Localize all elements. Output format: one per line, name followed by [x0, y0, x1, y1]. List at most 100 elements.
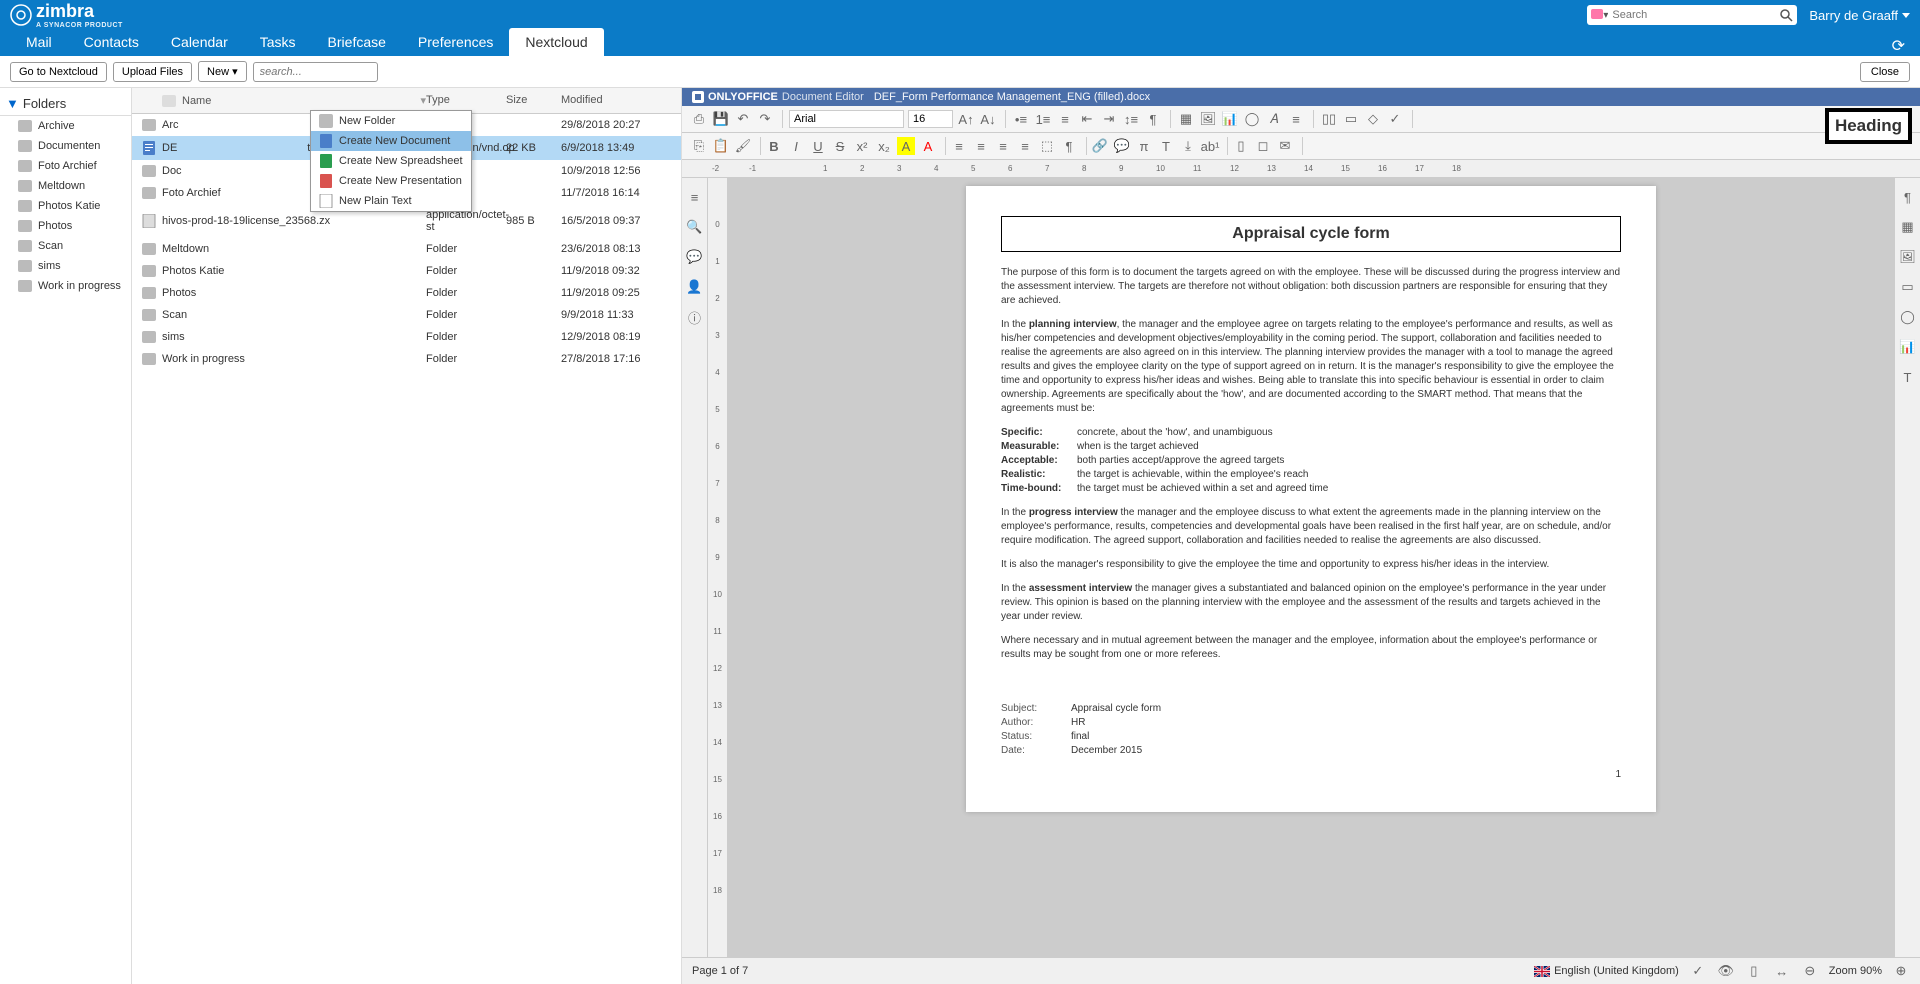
upload-files-button[interactable]: Upload Files [113, 62, 192, 82]
sidebar-folder[interactable]: Archive [0, 116, 131, 136]
insert-chart-icon[interactable]: 📊 [1221, 110, 1239, 128]
sidebar-folder[interactable]: sims [0, 256, 131, 276]
about-icon[interactable]: ⓘ [686, 308, 704, 326]
file-row[interactable]: MeltdownFolder23/6/2018 08:13 [132, 238, 681, 260]
zoom-label[interactable]: Zoom 90% [1829, 965, 1882, 977]
header-footer-icon[interactable]: ▭ [1342, 110, 1360, 128]
columns-icon[interactable]: ▯▯ [1320, 110, 1338, 128]
undo-icon[interactable]: ↶ [734, 110, 752, 128]
track-changes-icon[interactable]: 👁 [1717, 962, 1735, 980]
indent-icon[interactable]: ⇥ [1100, 110, 1118, 128]
folders-header[interactable]: ▼ Folders [0, 92, 131, 116]
numbering-icon[interactable]: 1≡ [1034, 110, 1052, 128]
nav-tab-tasks[interactable]: Tasks [244, 28, 312, 56]
print-icon[interactable]: ⎙ [690, 110, 708, 128]
merge-icon[interactable]: ⬚ [1038, 137, 1056, 155]
sidebar-folder[interactable]: Foto Archief [0, 156, 131, 176]
strike-icon[interactable]: S [831, 137, 849, 155]
find-icon[interactable]: 🔍 [686, 218, 704, 236]
outdent-icon[interactable]: ⇤ [1078, 110, 1096, 128]
spellcheck-icon[interactable]: ✓ [1689, 962, 1707, 980]
vertical-ruler[interactable]: 0123456789101112131415161718 [708, 178, 728, 957]
nav-tab-contacts[interactable]: Contacts [68, 28, 155, 56]
sidebar-folder[interactable]: Documenten [0, 136, 131, 156]
file-row[interactable]: simsFolder12/9/2018 08:19 [132, 326, 681, 348]
menu-item[interactable]: Create New Document [311, 131, 471, 151]
paragraph-settings-icon[interactable]: ¶ [1899, 188, 1917, 206]
decrease-size-icon[interactable]: A↓ [979, 110, 997, 128]
sidebar-folder[interactable]: Photos Katie [0, 196, 131, 216]
pagebreak-icon[interactable]: ⤓ [1179, 137, 1197, 155]
global-search[interactable]: ▾ [1587, 5, 1797, 25]
sidebar-folder[interactable]: Work in progress [0, 276, 131, 296]
insert-table-icon[interactable]: ▦ [1177, 110, 1195, 128]
paste-icon[interactable]: 📋 [712, 137, 730, 155]
align-right-icon[interactable]: ≡ [994, 137, 1012, 155]
insert-link-icon[interactable]: 🔗 [1091, 137, 1109, 155]
subscript-icon[interactable]: x₂ [875, 137, 893, 155]
comments-panel-icon[interactable]: 💬 [686, 248, 704, 266]
file-row[interactable]: Work in progressFolder27/8/2018 17:16 [132, 348, 681, 370]
align-center-icon[interactable]: ≡ [972, 137, 990, 155]
refresh-icon[interactable]: ⟳ [1892, 36, 1905, 56]
menu-item[interactable]: Create New Spreadsheet [311, 151, 471, 171]
font-color-icon[interactable]: A [919, 137, 937, 155]
copy-icon[interactable]: ⎘ [690, 137, 708, 155]
page-info[interactable]: Page 1 of 7 [692, 965, 748, 977]
zoom-out-icon[interactable]: ⊖ [1801, 962, 1819, 980]
textart-settings-icon[interactable]: T [1899, 368, 1917, 386]
chart-settings-icon[interactable]: 📊 [1899, 338, 1917, 356]
bullets-icon[interactable]: •≡ [1012, 110, 1030, 128]
close-button[interactable]: Close [1860, 62, 1910, 82]
insert-dropcap-icon[interactable]: ≡ [1287, 110, 1305, 128]
nonprinting-icon[interactable]: ¶ [1060, 137, 1078, 155]
nav-tab-calendar[interactable]: Calendar [155, 28, 244, 56]
image-settings-icon[interactable]: 🖼 [1899, 248, 1917, 266]
increase-size-icon[interactable]: A↑ [957, 110, 975, 128]
highlight-icon[interactable]: A [897, 137, 915, 155]
save-icon[interactable]: 💾 [712, 110, 730, 128]
multilevel-icon[interactable]: ≡ [1056, 110, 1074, 128]
document-canvas[interactable]: Appraisal cycle form The purpose of this… [728, 178, 1894, 957]
sidebar-folder[interactable]: Meltdown [0, 176, 131, 196]
file-search-input[interactable] [253, 62, 378, 82]
superscript-icon[interactable]: x² [853, 137, 871, 155]
redo-icon[interactable]: ↷ [756, 110, 774, 128]
menu-item[interactable]: Create New Presentation [311, 171, 471, 191]
font-size-select[interactable] [908, 110, 953, 128]
search-input[interactable] [1608, 9, 1779, 21]
erase-icon[interactable]: ◇ [1364, 110, 1382, 128]
underline-icon[interactable]: U [809, 137, 827, 155]
sidebar-folder[interactable]: Scan [0, 236, 131, 256]
review-icon[interactable]: ✓ [1386, 110, 1404, 128]
insert-image-icon[interactable]: 🖼 [1199, 110, 1217, 128]
nav-tab-mail[interactable]: Mail [10, 28, 68, 56]
italic-icon[interactable]: I [787, 137, 805, 155]
sidebar-folder[interactable]: Photos [0, 216, 131, 236]
user-menu[interactable]: Barry de Graaff [1809, 8, 1910, 23]
mailmerge-icon[interactable]: ✉ [1276, 137, 1294, 155]
paragraph-icon[interactable]: ¶ [1144, 110, 1162, 128]
horizontal-ruler[interactable]: -2-1123456789101112131415161718 [682, 160, 1920, 178]
menu-item[interactable]: New Plain Text [311, 191, 471, 211]
header-settings-icon[interactable]: ▭ [1899, 278, 1917, 296]
goto-nextcloud-button[interactable]: Go to Nextcloud [10, 62, 107, 82]
fit-width-icon[interactable]: ↔ [1773, 962, 1791, 980]
insert-equation-icon[interactable]: π [1135, 137, 1153, 155]
bold-icon[interactable]: B [765, 137, 783, 155]
align-justify-icon[interactable]: ≡ [1016, 137, 1034, 155]
search-icon[interactable] [1779, 8, 1793, 22]
file-row[interactable]: PhotosFolder11/9/2018 09:25 [132, 282, 681, 304]
language-selector[interactable]: English (United Kingdom) [1534, 965, 1679, 977]
zoom-in-icon[interactable]: ⊕ [1892, 962, 1910, 980]
align-left-icon[interactable]: ≡ [950, 137, 968, 155]
insert-shape-icon[interactable]: ◯ [1243, 110, 1261, 128]
chat-panel-icon[interactable]: 👤 [686, 278, 704, 296]
new-button[interactable]: New ▾ [198, 61, 247, 82]
insert-textart-icon[interactable]: 𝐴 [1265, 110, 1283, 128]
brush-icon[interactable]: 🖌 [734, 137, 752, 155]
fit-page-icon[interactable]: ▯ [1745, 962, 1763, 980]
footnote-icon[interactable]: ab¹ [1201, 137, 1219, 155]
margins-icon[interactable]: ◻ [1254, 137, 1272, 155]
file-row[interactable]: Photos KatieFolder11/9/2018 09:32 [132, 260, 681, 282]
